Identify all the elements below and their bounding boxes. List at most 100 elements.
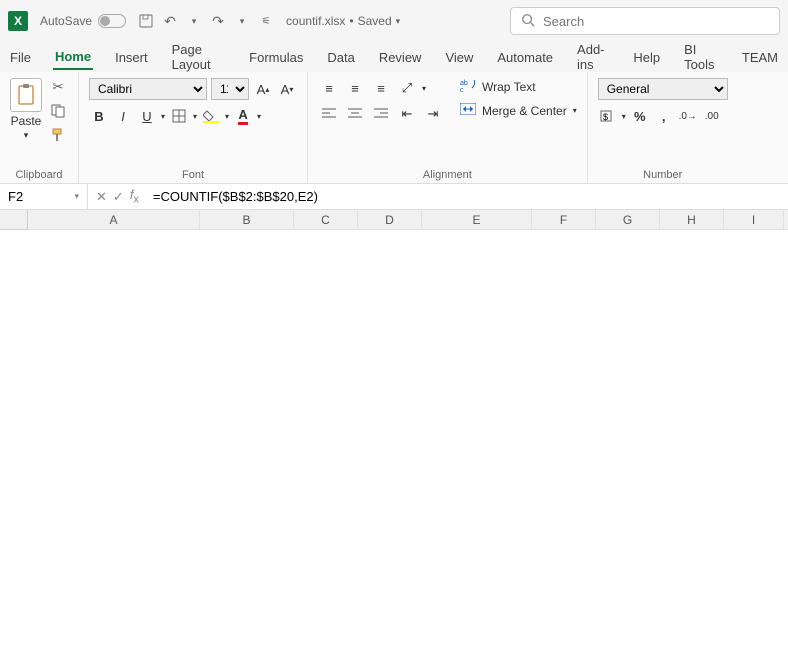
column-header-B[interactable]: B (200, 210, 294, 230)
chevron-down-icon[interactable]: ▾ (234, 13, 250, 29)
tab-automate[interactable]: Automate (495, 46, 555, 69)
decrease-decimal-icon[interactable]: .00 (702, 106, 722, 126)
tab-file[interactable]: File (8, 46, 33, 69)
tab-formulas[interactable]: Formulas (247, 46, 305, 69)
excel-app-icon[interactable]: X (8, 11, 28, 31)
tab-home[interactable]: Home (53, 45, 93, 70)
chevron-down-icon[interactable]: ▾ (74, 191, 79, 202)
qat-customize-icon[interactable]: ⚟ (258, 13, 274, 29)
clipboard-icon (10, 78, 42, 112)
filename[interactable]: countif.xlsx • Saved ▾ (286, 14, 400, 28)
column-header-G[interactable]: G (596, 210, 660, 230)
group-label: Clipboard (10, 167, 68, 181)
ribbon-group-clipboard: Paste ▾ ✂ Clipboard (0, 72, 79, 183)
tab-page-layout[interactable]: Page Layout (170, 38, 228, 76)
tab-add-ins[interactable]: Add-ins (575, 38, 611, 76)
tab-bi-tools[interactable]: BI Tools (682, 38, 720, 76)
chevron-down-icon[interactable]: ▾ (422, 84, 426, 93)
number-format-select[interactable]: General (598, 78, 728, 100)
column-header-C[interactable]: C (294, 210, 358, 230)
merge-icon (460, 103, 476, 118)
underline-button[interactable]: U (137, 106, 157, 126)
font-color-icon[interactable]: A (233, 106, 253, 126)
autosave-label: AutoSave (40, 14, 92, 28)
tab-data[interactable]: Data (325, 46, 356, 69)
align-middle-icon[interactable]: ≡ (344, 78, 366, 98)
autosave-toggle[interactable]: AutoSave (40, 14, 126, 28)
align-left-icon[interactable] (318, 104, 340, 124)
format-painter-icon[interactable] (48, 126, 68, 144)
comma-icon[interactable]: , (654, 106, 674, 126)
search-box[interactable] (510, 7, 780, 35)
ribbon-group-alignment: ≡ ≡ ≡ ⤢ ▾ ⇤ ⇥ (308, 72, 588, 183)
align-center-icon[interactable] (344, 104, 366, 124)
formula-input[interactable] (147, 189, 788, 204)
toggle-off-icon[interactable] (98, 14, 126, 28)
chevron-down-icon[interactable]: ▾ (24, 130, 29, 141)
spreadsheet-grid[interactable]: ABCDEFGHI1CustomerStateMalaysian States2… (0, 210, 788, 230)
titlebar: X AutoSave ↶ ▾ ↷ ▾ ⚟ countif.xlsx • Save… (0, 0, 788, 42)
row-header-1[interactable]: 1 (784, 210, 788, 230)
group-label: Number (598, 167, 728, 181)
chevron-down-icon[interactable]: ▾ (193, 112, 197, 121)
ribbon-group-font: Calibri 11 A▴ A▾ B I U ▾ ▾ ▾ A (79, 72, 308, 183)
paste-button[interactable]: Paste ▾ (10, 78, 42, 141)
column-header-D[interactable]: D (358, 210, 422, 230)
decrease-font-icon[interactable]: A▾ (277, 79, 297, 99)
ribbon-group-number: General $ ▾ % , .0→ .00 Number (588, 72, 738, 183)
accounting-format-icon[interactable]: $ (598, 106, 618, 126)
chevron-down-icon[interactable]: ▾ (225, 112, 229, 121)
column-header-A[interactable]: A (28, 210, 200, 230)
chevron-down-icon[interactable]: ▾ (396, 16, 401, 27)
fx-icon[interactable]: fx (130, 187, 139, 206)
align-bottom-icon[interactable]: ≡ (370, 78, 392, 98)
increase-font-icon[interactable]: A▴ (253, 79, 273, 99)
chevron-down-icon[interactable]: ▾ (257, 112, 261, 121)
undo-icon[interactable]: ↶ (162, 13, 178, 29)
chevron-down-icon[interactable]: ▾ (161, 112, 165, 121)
cancel-icon[interactable]: ✕ (96, 189, 107, 205)
copy-icon[interactable] (48, 102, 68, 120)
name-box-input[interactable] (8, 189, 70, 204)
italic-button[interactable]: I (113, 106, 133, 126)
wrap-text-icon: abc (460, 78, 476, 95)
decrease-indent-icon[interactable]: ⇤ (396, 104, 418, 124)
group-label: Font (89, 167, 297, 181)
redo-icon[interactable]: ↷ (210, 13, 226, 29)
font-size-select[interactable]: 11 (211, 78, 249, 100)
save-icon[interactable] (138, 13, 154, 29)
increase-decimal-icon[interactable]: .0→ (678, 106, 698, 126)
tab-review[interactable]: Review (377, 46, 424, 69)
tab-help[interactable]: Help (631, 46, 662, 69)
select-all-corner[interactable] (0, 210, 28, 230)
svg-text:ab: ab (460, 80, 468, 87)
tab-insert[interactable]: Insert (113, 46, 150, 69)
bold-button[interactable]: B (89, 106, 109, 126)
search-input[interactable] (543, 14, 769, 29)
column-header-I[interactable]: I (724, 210, 784, 230)
merge-center-button[interactable]: Merge & Center ▾ (460, 103, 577, 118)
tab-view[interactable]: View (443, 46, 475, 69)
align-right-icon[interactable] (370, 104, 392, 124)
percent-icon[interactable]: % (630, 106, 650, 126)
border-icon[interactable] (169, 106, 189, 126)
align-top-icon[interactable]: ≡ (318, 78, 340, 98)
column-header-E[interactable]: E (422, 210, 532, 230)
column-header-F[interactable]: F (532, 210, 596, 230)
orientation-icon[interactable]: ⤢ (396, 78, 418, 98)
font-name-select[interactable]: Calibri (89, 78, 207, 100)
chevron-down-icon[interactable]: ▾ (186, 13, 202, 29)
chevron-down-icon[interactable]: ▾ (622, 112, 626, 121)
svg-text:$: $ (603, 112, 608, 122)
wrap-text-button[interactable]: abc Wrap Text (460, 78, 577, 95)
cut-icon[interactable]: ✂ (48, 78, 68, 96)
ribbon-tabs: FileHomeInsertPage LayoutFormulasDataRev… (0, 42, 788, 72)
quick-access-toolbar: ↶ ▾ ↷ ▾ ⚟ (138, 13, 274, 29)
tab-team[interactable]: TEAM (740, 46, 780, 69)
fill-color-icon[interactable] (201, 106, 221, 126)
increase-indent-icon[interactable]: ⇥ (422, 104, 444, 124)
name-box[interactable]: ▾ (0, 184, 88, 209)
enter-icon[interactable]: ✓ (113, 189, 124, 205)
chevron-down-icon[interactable]: ▾ (573, 106, 577, 115)
column-header-H[interactable]: H (660, 210, 724, 230)
